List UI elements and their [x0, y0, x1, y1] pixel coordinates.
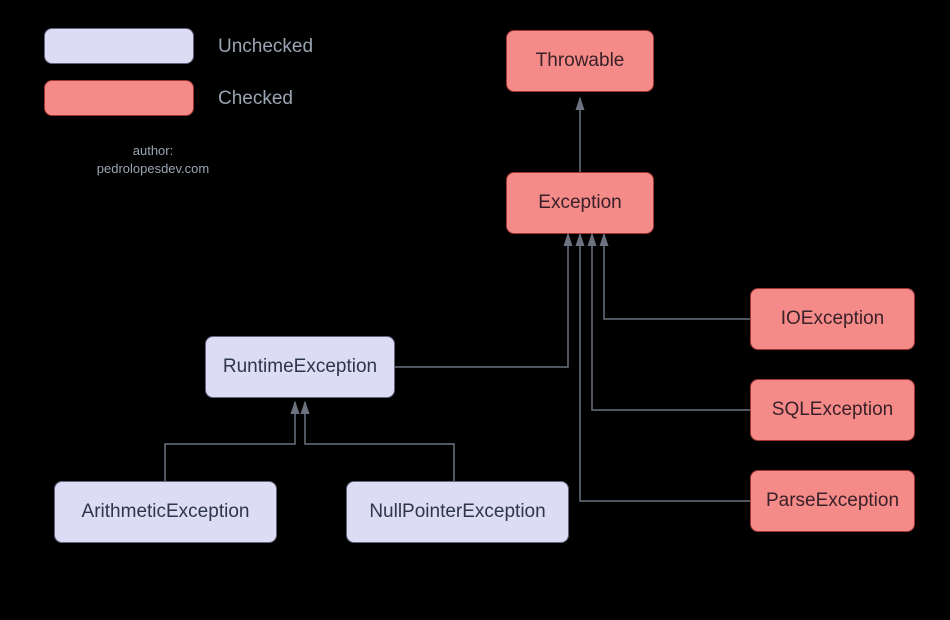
node-sql-exception-label: SQLException: [772, 399, 893, 421]
node-null-pointer-exception-label: NullPointerException: [369, 501, 545, 523]
legend-unchecked-swatch: [44, 28, 194, 64]
legend-unchecked-label: Unchecked: [218, 36, 313, 58]
node-runtime-exception-label: RuntimeException: [223, 356, 377, 378]
node-parse-exception-label: ParseException: [766, 490, 899, 512]
node-runtime-exception: RuntimeException: [205, 336, 395, 398]
node-arithmetic-exception: ArithmeticException: [54, 481, 277, 543]
author-line2: pedrolopesdev.com: [97, 161, 210, 176]
legend-checked-label: Checked: [218, 88, 293, 110]
author-line1: author:: [133, 143, 173, 158]
legend-checked-swatch: [44, 80, 194, 116]
node-throwable-label: Throwable: [536, 50, 625, 72]
node-io-exception: IOException: [750, 288, 915, 350]
node-exception-label: Exception: [538, 192, 621, 214]
node-null-pointer-exception: NullPointerException: [346, 481, 569, 543]
node-exception: Exception: [506, 172, 654, 234]
author-credit: author: pedrolopesdev.com: [88, 142, 218, 178]
node-parse-exception: ParseException: [750, 470, 915, 532]
node-sql-exception: SQLException: [750, 379, 915, 441]
node-throwable: Throwable: [506, 30, 654, 92]
node-io-exception-label: IOException: [781, 308, 885, 330]
node-arithmetic-exception-label: ArithmeticException: [82, 501, 250, 523]
